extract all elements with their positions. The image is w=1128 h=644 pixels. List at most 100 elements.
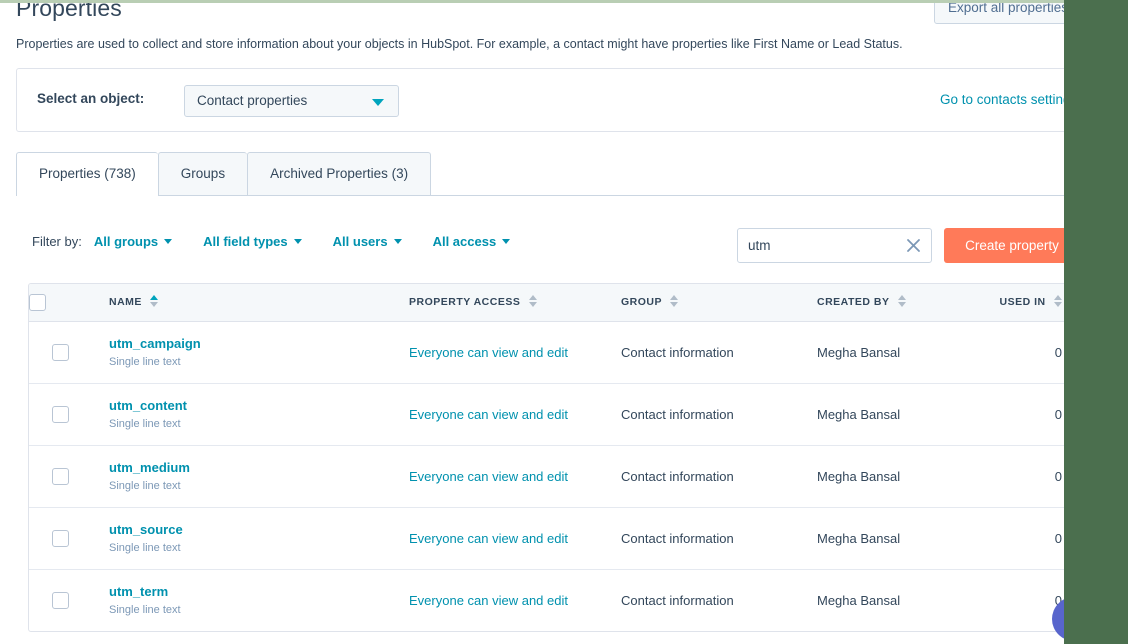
property-access-link[interactable]: Everyone can view and edit	[409, 345, 568, 360]
property-name-link[interactable]: utm_campaign	[109, 336, 409, 352]
tab-archived-properties[interactable]: Archived Properties (3)	[247, 152, 432, 195]
page-header: Properties	[16, 0, 1056, 22]
select-all-checkbox[interactable]	[29, 293, 46, 311]
filter-all-field-types-dropdown[interactable]: All field types	[203, 234, 302, 249]
properties-table: NAME PROPERTY ACCESS GROUP CREATED BY US…	[29, 284, 1072, 631]
table-row: utm_content Single line text Everyone ca…	[29, 383, 1072, 446]
row-access-cell: Everyone can view and edit	[409, 507, 621, 570]
filter-by-label: Filter by:	[32, 234, 82, 249]
row-select-cell	[29, 569, 91, 631]
tab-groups[interactable]: Groups	[157, 152, 248, 195]
row-used-in-cell: 0	[989, 445, 1072, 508]
object-type-dropdown[interactable]: Contact properties	[184, 85, 399, 117]
object-type-dropdown-value: Contact properties	[197, 93, 308, 108]
property-name-link[interactable]: utm_term	[109, 584, 409, 600]
property-type-label: Single line text	[109, 603, 181, 616]
row-created-by-cell: Megha Bansal	[817, 321, 989, 384]
row-group-cell: Contact information	[621, 507, 817, 570]
property-access-link[interactable]: Everyone can view and edit	[409, 469, 568, 484]
row-select-cell	[29, 445, 91, 508]
row-group-cell: Contact information	[621, 445, 817, 508]
row-access-cell: Everyone can view and edit	[409, 383, 621, 446]
column-header-created-by[interactable]: CREATED BY	[817, 284, 989, 322]
table-row: utm_medium Single line text Everyone can…	[29, 445, 1072, 508]
property-access-link[interactable]: Everyone can view and edit	[409, 531, 568, 546]
property-access-link[interactable]: Everyone can view and edit	[409, 407, 568, 422]
chevron-down-icon	[372, 99, 384, 106]
sort-icon[interactable]	[670, 295, 679, 308]
column-header-property-access-label: PROPERTY ACCESS	[409, 296, 521, 309]
chevron-down-icon	[393, 239, 402, 244]
row-access-cell: Everyone can view and edit	[409, 321, 621, 384]
create-property-button[interactable]: Create property	[944, 228, 1080, 263]
table-row: utm_campaign Single line text Everyone c…	[29, 321, 1072, 384]
chevron-down-icon	[164, 239, 173, 244]
sort-icon[interactable]	[528, 295, 537, 308]
chevron-down-icon	[502, 239, 511, 244]
row-checkbox[interactable]	[51, 591, 69, 609]
row-select-cell	[29, 383, 91, 446]
column-header-name-label: NAME	[109, 296, 142, 309]
property-name-link[interactable]: utm_source	[109, 522, 409, 538]
properties-table-body: utm_campaign Single line text Everyone c…	[29, 321, 1072, 631]
row-checkbox[interactable]	[51, 343, 69, 361]
filter-all-access-label: All access	[432, 234, 497, 249]
row-used-in-cell: 0	[989, 507, 1072, 570]
column-header-used-in-label: USED IN	[999, 296, 1046, 309]
export-all-properties-button[interactable]: Export all properties	[934, 0, 1082, 24]
property-access-link[interactable]: Everyone can view and edit	[409, 593, 568, 608]
table-row: utm_term Single line text Everyone can v…	[29, 569, 1072, 631]
property-name-link[interactable]: utm_medium	[109, 460, 409, 476]
row-checkbox[interactable]	[51, 467, 69, 485]
sort-icon[interactable]	[1054, 295, 1062, 308]
column-header-property-access[interactable]: PROPERTY ACCESS	[409, 284, 621, 322]
tab-properties[interactable]: Properties (738)	[16, 152, 158, 196]
properties-settings-page: Properties Properties are used to collec…	[0, 0, 1128, 644]
filter-all-groups-label: All groups	[93, 234, 159, 249]
property-type-label: Single line text	[109, 541, 181, 554]
row-checkbox[interactable]	[51, 529, 69, 547]
column-header-name[interactable]: NAME	[91, 284, 409, 322]
object-selector-panel: Select an object: Contact properties Go …	[16, 68, 1126, 132]
column-header-group[interactable]: GROUP	[621, 284, 817, 322]
property-type-label: Single line text	[109, 355, 181, 368]
close-icon[interactable]	[905, 237, 922, 254]
row-used-in-cell: 0	[989, 321, 1072, 384]
row-group-cell: Contact information	[621, 383, 817, 446]
properties-table-container: NAME PROPERTY ACCESS GROUP CREATED BY US…	[28, 283, 1073, 632]
row-name-cell: utm_campaign Single line text	[91, 321, 409, 384]
go-to-contacts-settings-link[interactable]: Go to contacts settings	[940, 92, 1077, 107]
row-created-by-cell: Megha Bansal	[817, 592, 901, 608]
row-access-cell: Everyone can view and edit	[409, 569, 621, 631]
page-title: Properties	[16, 0, 122, 21]
row-used-in-cell: 0	[989, 383, 1072, 446]
select-object-label: Select an object:	[37, 91, 145, 106]
row-created-by-cell: Megha Bansal	[817, 507, 989, 570]
row-access-cell: Everyone can view and edit	[409, 445, 621, 508]
row-name-cell: utm_source Single line text	[91, 507, 409, 570]
filter-all-access-dropdown[interactable]: All access	[433, 234, 511, 249]
filter-all-users-dropdown[interactable]: All users	[333, 234, 402, 249]
row-group-cell: Contact information	[621, 592, 734, 608]
property-type-label: Single line text	[109, 479, 181, 492]
column-header-used-in[interactable]: USED IN	[989, 284, 1072, 322]
row-checkbox[interactable]	[51, 405, 69, 423]
column-header-select-all	[29, 284, 91, 322]
properties-tablist: Properties (738) Groups Archived Propert…	[16, 152, 1126, 196]
sort-icon[interactable]	[897, 295, 906, 308]
top-edge-strip	[0, 0, 1128, 3]
filter-all-groups-dropdown[interactable]: All groups	[93, 234, 173, 249]
search-input[interactable]	[738, 229, 898, 262]
row-name-cell: utm_content Single line text	[91, 383, 409, 446]
table-row: utm_source Single line text Everyone can…	[29, 507, 1072, 570]
filter-all-field-types-label: All field types	[203, 234, 288, 249]
sort-ascending-icon[interactable]	[150, 295, 159, 308]
right-edge-occluder	[1064, 0, 1128, 644]
row-select-cell	[29, 507, 91, 570]
table-header-row: NAME PROPERTY ACCESS GROUP CREATED BY US…	[29, 284, 1072, 322]
page-description: Properties are used to collect and store…	[16, 37, 903, 51]
property-name-link[interactable]: utm_content	[109, 398, 409, 414]
row-name-cell: utm_medium Single line text	[91, 445, 409, 508]
search-box[interactable]	[737, 228, 932, 263]
row-name-cell: utm_term Single line text	[91, 569, 409, 631]
